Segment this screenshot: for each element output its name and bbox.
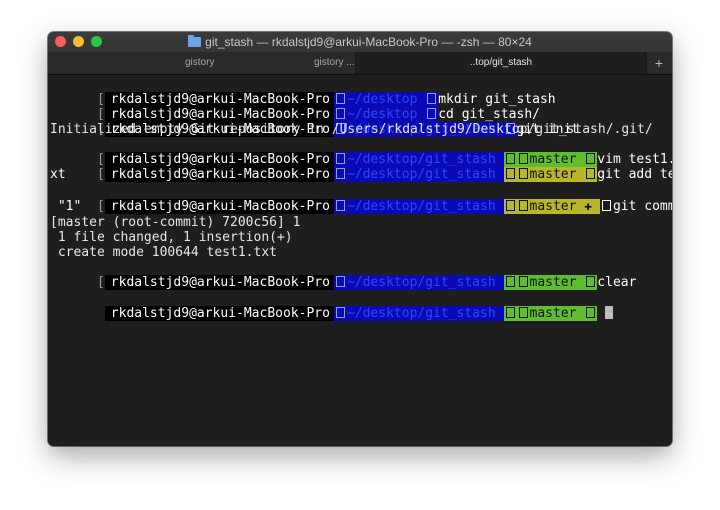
- unknown-glyph-icon: [505, 168, 515, 179]
- window-title-text: git_stash — rkdalstjd9@arkui-MacBook-Pro…: [205, 35, 532, 49]
- unknown-glyph-icon: [335, 307, 345, 318]
- command-wrap: "1": [50, 199, 82, 214]
- unknown-glyph-icon: [505, 276, 515, 287]
- terminal-window: git_stash — rkdalstjd9@arkui-MacBook-Pro…: [48, 32, 672, 446]
- staged-plus-icon: ✚: [584, 199, 593, 214]
- text-cursor: [605, 306, 614, 319]
- prompt-branch: master: [529, 199, 577, 214]
- prompt-dir: ~/desktop/git_stash: [333, 275, 504, 290]
- terminal-line: [rkdalstjd9@arkui-MacBook-Pro ~/desktop/g…: [50, 184, 672, 214]
- unknown-glyph-icon: [505, 200, 515, 211]
- command-text: git commit -m: [612, 199, 672, 214]
- tab-gistory-2-label[interactable]: gistory ...: [314, 52, 355, 74]
- prompt-dir-text: ~/desktop/git_stash: [346, 167, 496, 182]
- unknown-glyph-icon: [505, 307, 515, 318]
- folder-icon: [188, 35, 202, 47]
- tab-gistory-label: gistory: [185, 57, 215, 68]
- terminal-line: [rkdalstjd9@arkui-MacBook-Pro ~/desktop/g…: [50, 137, 672, 167]
- terminal-output: Initialized empty Git repository in /Use…: [50, 122, 653, 137]
- line-bracket: [: [96, 275, 105, 290]
- prompt-git-dirty: master: [503, 167, 598, 182]
- terminal-line: [rkdalstjd9@arkui-MacBook-Pro ~/desktop/g…: [50, 152, 672, 182]
- tab-git-stash[interactable]: ..top/git_stash: [356, 52, 647, 74]
- unknown-glyph-icon: [601, 200, 611, 211]
- prompt-git-dirty: master ✚: [503, 199, 600, 214]
- terminal-content[interactable]: [rkdalstjd9@arkui-MacBook-Pro ~/desktop m…: [48, 75, 672, 446]
- current-prompt-line[interactable]: rkdalstjd9@arkui-MacBook-Pro ~/desktop/gi…: [50, 291, 614, 321]
- terminal-output: [master (root-commit) 7200c56] 1: [50, 215, 301, 230]
- prompt-user: rkdalstjd9@arkui-MacBook-Pro: [104, 306, 334, 321]
- prompt-user: rkdalstjd9@arkui-MacBook-Pro: [104, 275, 334, 290]
- prompt-git: master: [503, 306, 598, 321]
- terminal-line: [rkdalstjd9@arkui-MacBook-Pro ~/desktop c…: [50, 92, 540, 122]
- unknown-glyph-icon: [518, 276, 528, 287]
- command-text: clear: [597, 275, 637, 290]
- prompt-git: master: [503, 275, 598, 290]
- line-bracket: [97, 306, 105, 321]
- command-wrap: xt: [50, 167, 66, 182]
- terminal-line: [rkdalstjd9@arkui-MacBook-Pro ~/desktop/g…: [50, 107, 579, 137]
- terminal-output: create mode 100644 test1.txt: [50, 245, 277, 260]
- prompt-user: rkdalstjd9@arkui-MacBook-Pro: [104, 199, 334, 214]
- plus-icon: +: [654, 55, 664, 71]
- prompt-branch: master: [529, 167, 577, 182]
- prompt-dir-text: ~/desktop/git_stash: [346, 306, 496, 321]
- unknown-glyph-icon: [335, 276, 345, 287]
- command-text: git add test1.t: [597, 167, 672, 182]
- tab-git-stash-label: ..top/git_stash: [469, 57, 533, 68]
- terminal-line: [rkdalstjd9@arkui-MacBook-Pro ~/desktop/g…: [50, 260, 636, 290]
- unknown-glyph-icon: [518, 307, 528, 318]
- new-tab-button[interactable]: +: [647, 52, 671, 74]
- tab-bar: gistory gistory ... ..top/git_stash +: [48, 52, 672, 75]
- prompt-dir: ~/desktop/git_stash: [333, 306, 504, 321]
- unknown-glyph-icon: [586, 168, 596, 179]
- terminal-output: 1 file changed, 1 insertion(+): [50, 230, 293, 245]
- unknown-glyph-icon: [518, 168, 528, 179]
- line-bracket: [: [96, 199, 105, 214]
- prompt-dir-text: ~/desktop/git_stash: [346, 199, 496, 214]
- unknown-glyph-icon: [335, 200, 345, 211]
- prompt-user: rkdalstjd9@arkui-MacBook-Pro: [104, 167, 334, 182]
- prompt-branch: master: [529, 275, 577, 290]
- unknown-glyph-icon: [518, 200, 528, 211]
- unknown-glyph-icon: [586, 276, 596, 287]
- tab-gistory[interactable]: gistory gistory ...: [48, 52, 356, 74]
- unknown-glyph-icon: [335, 168, 345, 179]
- title-bar[interactable]: git_stash — rkdalstjd9@arkui-MacBook-Pro…: [48, 32, 672, 52]
- terminal-line: [rkdalstjd9@arkui-MacBook-Pro ~/desktop m…: [50, 77, 556, 107]
- prompt-dir: ~/desktop/git_stash: [333, 199, 504, 214]
- unknown-glyph-icon: [586, 307, 596, 318]
- line-bracket: [: [96, 167, 105, 182]
- prompt-dir: ~/desktop/git_stash: [333, 167, 504, 182]
- prompt-dir-text: ~/desktop/git_stash: [346, 275, 496, 290]
- prompt-branch: master: [529, 306, 577, 321]
- window-title: git_stash — rkdalstjd9@arkui-MacBook-Pro…: [48, 35, 672, 49]
